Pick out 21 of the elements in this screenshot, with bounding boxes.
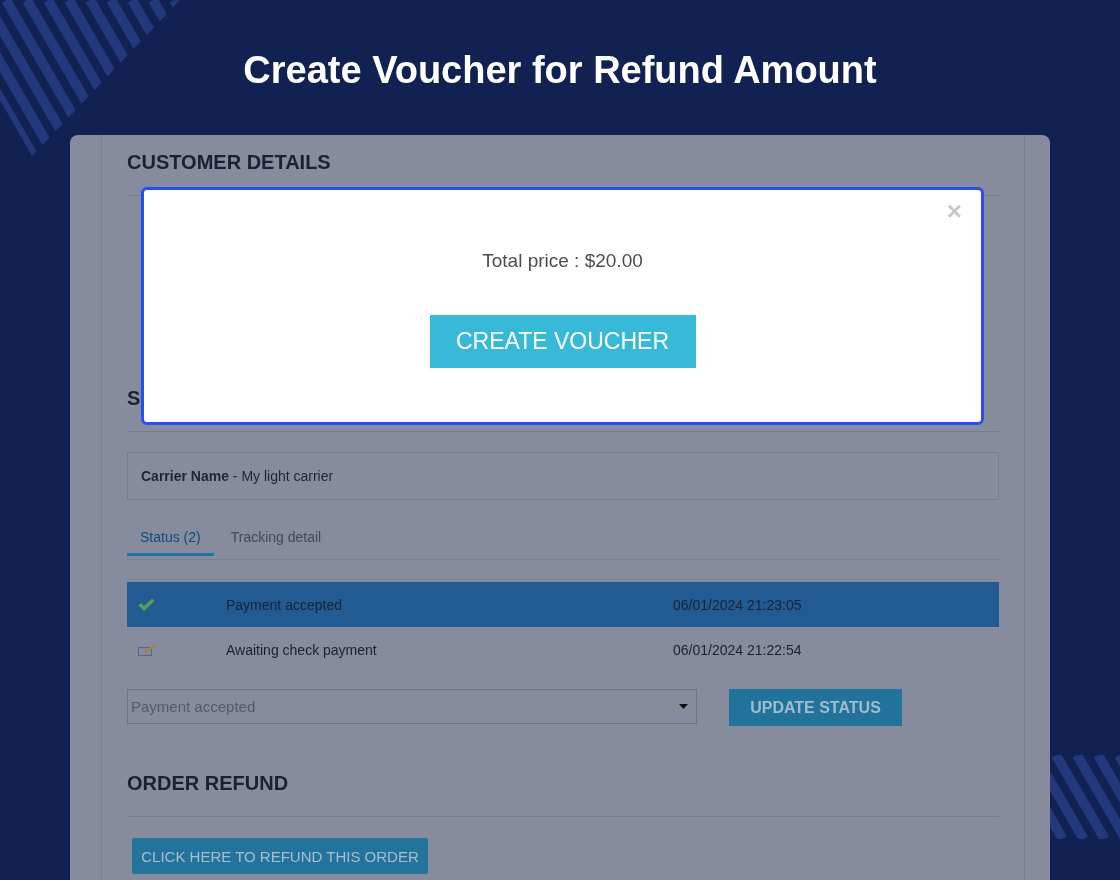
close-button[interactable]: × <box>946 196 962 226</box>
checkmark-icon <box>138 597 155 612</box>
carrier-name: Carrier Name - My light carrier <box>141 468 334 484</box>
date-cell: 06/01/2024 21:23:05 <box>673 596 802 613</box>
caret-icon <box>679 704 688 709</box>
status-cell: Payment accepted <box>226 596 342 613</box>
create-voucher-button[interactable]: CREATE VOUCHER <box>429 315 696 368</box>
refund-order-button[interactable]: CLICK HERE TO REFUND THIS ORDER <box>132 838 428 874</box>
section-heading: S <box>127 386 141 410</box>
page-title: Create Voucher for Refund Amount <box>243 48 877 93</box>
section-heading: ORDER REFUND <box>127 771 289 795</box>
tab[interactable]: Tracking detail <box>217 520 335 556</box>
table-row[interactable]: Payment accepted 06/01/2024 21:23:05 <box>127 582 999 627</box>
update-status-button[interactable]: UPDATE STATUS <box>729 689 902 726</box>
status-cell: Awaiting check payment <box>226 641 377 658</box>
card-pencil-icon <box>138 643 156 656</box>
section-heading: CUSTOMER DETAILS <box>127 150 331 174</box>
total-price: Total price : $20.00 <box>482 249 643 273</box>
tab[interactable]: Status (2) <box>127 520 214 556</box>
date-cell: 06/01/2024 21:22:54 <box>673 641 802 658</box>
table-row[interactable]: Awaiting check payment 06/01/2024 21:22:54 <box>127 627 999 672</box>
